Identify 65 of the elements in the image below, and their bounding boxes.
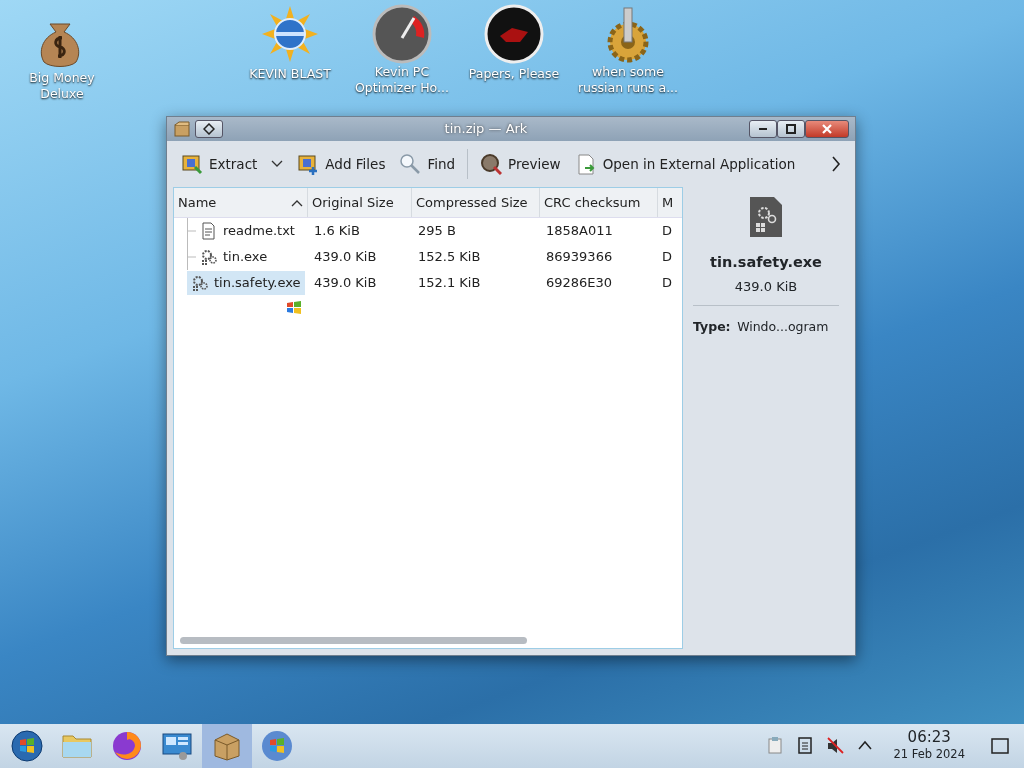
table-cell-text: 86939366 xyxy=(545,248,614,267)
magnifier-icon xyxy=(399,153,422,175)
table-cell-text: 69286E30 xyxy=(545,274,614,293)
clock-date[interactable]: 21 Feb 2024 xyxy=(893,745,965,763)
minimize-icon xyxy=(759,128,767,130)
column-header[interactable]: M xyxy=(658,188,682,217)
windows-logo-icon xyxy=(261,730,293,762)
magnifier-icon xyxy=(480,153,503,175)
tree-line xyxy=(187,244,196,270)
table-cell-text: D xyxy=(661,248,673,267)
toolbar-button[interactable]: Preview xyxy=(474,149,567,179)
monitor-icon xyxy=(161,730,193,762)
table-cell-text: D xyxy=(661,274,673,293)
table-cell-text: 295 B xyxy=(417,222,457,241)
column-header[interactable]: Compressed Size xyxy=(412,188,540,217)
minimize-button[interactable] xyxy=(749,120,777,138)
diamond-icon xyxy=(203,123,215,135)
type-value: Windo...ogram xyxy=(737,317,829,336)
table-cell-text: 152.1 KiB xyxy=(417,274,482,293)
document-icon[interactable] xyxy=(796,736,815,756)
file-size: 439.0 KiB xyxy=(734,278,798,296)
maximize-button[interactable] xyxy=(777,120,805,138)
show-desktop-icon[interactable] xyxy=(990,736,1010,756)
gears-icon xyxy=(191,274,208,292)
type-label: Type: xyxy=(693,317,731,336)
chevron-down-icon xyxy=(271,160,284,168)
executable-file-icon xyxy=(748,195,784,239)
table-cell-text: 439.0 KiB xyxy=(313,248,378,267)
chevron-right-icon xyxy=(831,156,841,172)
text-file-icon xyxy=(200,222,217,240)
maximize-icon xyxy=(786,124,796,134)
scrollbar-thumb[interactable] xyxy=(180,637,528,644)
browser-icon xyxy=(111,730,143,762)
toolbar-button[interactable]: Find xyxy=(393,149,462,179)
gears-icon xyxy=(200,248,217,266)
table-cell-text: 1.6 KiB xyxy=(313,222,361,241)
clock-time[interactable]: 06:23 xyxy=(907,729,951,746)
extract-icon xyxy=(181,153,203,175)
file-name-item[interactable]: tin.exe xyxy=(196,245,272,269)
windows-logo-icon xyxy=(286,300,302,316)
gauge-icon[interactable] xyxy=(372,4,432,64)
column-header[interactable]: Name xyxy=(174,188,308,217)
column-header[interactable]: Original Size xyxy=(308,188,412,217)
file-name-item[interactable]: readme.txt xyxy=(196,219,299,243)
seal-icon[interactable] xyxy=(484,4,544,64)
window-menu-button[interactable] xyxy=(195,120,223,138)
sort-ascending-icon[interactable] xyxy=(291,198,303,207)
table-cell-text: 1858A011 xyxy=(545,222,614,241)
tree-line xyxy=(187,218,196,244)
file-name: tin.safety.exe xyxy=(710,253,822,272)
table-cell-text: 439.0 KiB xyxy=(313,274,378,293)
close-icon xyxy=(822,124,832,134)
file-name-item[interactable]: tin.safety.exe xyxy=(187,271,305,295)
start-orb-icon xyxy=(11,730,43,762)
toolbar-button[interactable]: Extract xyxy=(175,149,264,179)
toolbar-button[interactable]: Add Files xyxy=(291,149,392,179)
column-header[interactable]: CRC checksum xyxy=(540,188,658,217)
close-button[interactable] xyxy=(805,120,849,138)
speaker-muted-icon[interactable] xyxy=(826,736,845,756)
add-files-icon xyxy=(297,153,320,175)
table-cell-text: 152.5 KiB xyxy=(417,248,482,267)
toolbar-button[interactable]: Open in External Application xyxy=(568,149,802,179)
clipboard-icon[interactable] xyxy=(766,736,785,756)
window-title: tin.zip — Ark xyxy=(444,120,528,139)
table-cell-text: D xyxy=(661,222,673,241)
